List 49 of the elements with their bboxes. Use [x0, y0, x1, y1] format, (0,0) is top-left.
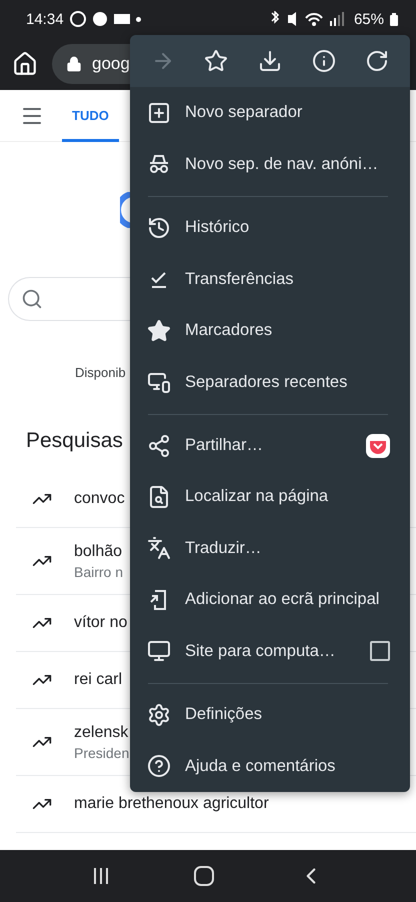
menu-item[interactable]: Marcadores [185, 321, 390, 340]
section-heading: Pesquisas [26, 429, 123, 453]
help-icon [147, 754, 171, 778]
search-icon [21, 288, 43, 310]
dot-icon [136, 16, 141, 22]
translate-icon [147, 536, 171, 560]
info-icon [312, 48, 336, 73]
trend-title[interactable]: convoc [74, 490, 125, 508]
lock-icon [66, 56, 82, 72]
menu-item[interactable]: Site para computa… [185, 642, 356, 661]
trend-title[interactable]: zelensk [74, 724, 130, 742]
menu-item[interactable]: Adicionar ao ecrã principal [185, 590, 390, 610]
download-icon [258, 48, 282, 73]
devices-icon [147, 370, 171, 394]
menu-item[interactable]: Traduzir… [185, 538, 390, 558]
trend-title[interactable]: vítor no [74, 614, 128, 632]
star-icon [147, 318, 171, 343]
find-in-page-icon [147, 484, 171, 509]
menu-item[interactable]: Novo separador [185, 103, 390, 122]
availability-text: Disponib [75, 364, 126, 380]
recents-icon[interactable] [92, 867, 110, 885]
trend-title[interactable]: bolhão [74, 542, 124, 560]
reload-icon [365, 48, 390, 73]
trend-title[interactable]: rei carl [74, 671, 122, 689]
menu-item[interactable]: Partilhar… [185, 436, 352, 456]
star-icon [204, 48, 228, 73]
menu-item[interactable]: Localizar na página [185, 487, 390, 506]
menu-item[interactable]: Histórico [185, 218, 390, 238]
status-time: 14:34 [26, 10, 64, 28]
battery-percent: 65% [354, 10, 384, 28]
home-button-icon[interactable] [194, 866, 214, 886]
trend-subtitle: Bairro n [74, 564, 124, 580]
trend-title[interactable]: marie brethenoux agricultor [74, 795, 269, 813]
pocket-app-icon[interactable] [366, 434, 390, 458]
share-icon [147, 434, 171, 458]
menu-item[interactable]: Separadores recentes [185, 372, 390, 392]
menu-item[interactable]: Ajuda e comentários [185, 756, 390, 776]
trend-subtitle: Presiden [74, 744, 130, 760]
tab[interactable]: TUDO [62, 90, 119, 142]
history-icon [147, 216, 171, 240]
monitor-icon [147, 639, 171, 664]
menu-item[interactable]: Transferências [185, 270, 390, 289]
menu-item[interactable]: Definições [185, 705, 390, 724]
battery-icon [390, 12, 398, 26]
plus-square-icon [147, 100, 171, 125]
settings-icon [147, 702, 171, 727]
checkbox[interactable] [370, 641, 390, 662]
home-icon[interactable] [12, 51, 38, 77]
menu-item[interactable]: Novo sep. de nav. anóni… [185, 154, 390, 174]
